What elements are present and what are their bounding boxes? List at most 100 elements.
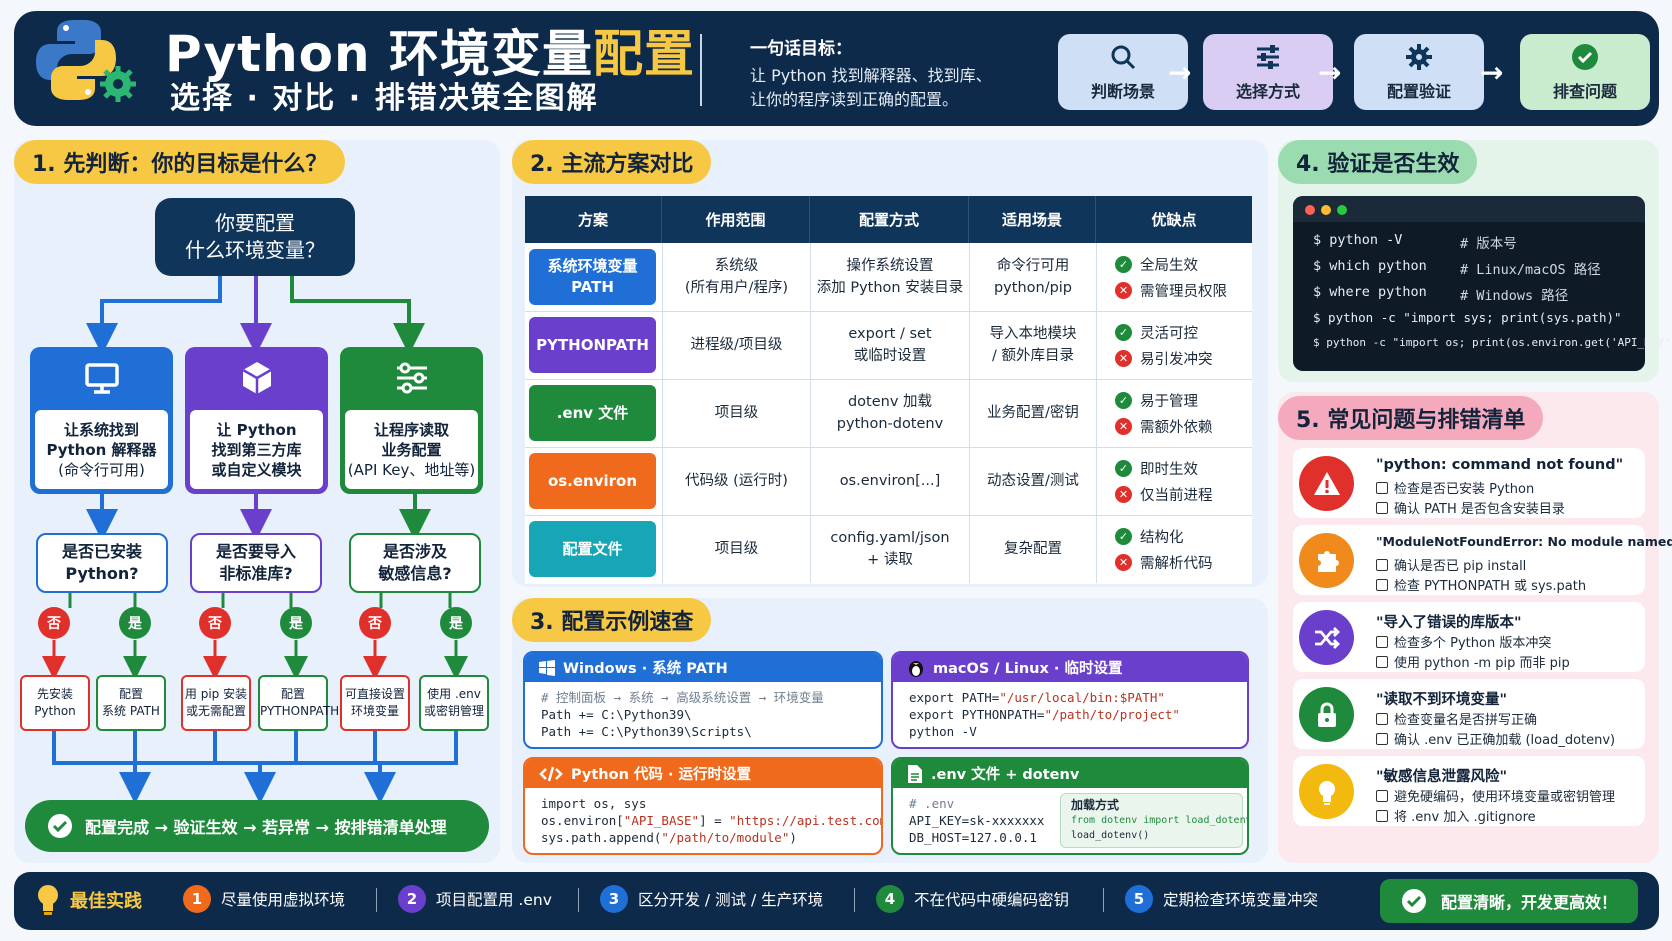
scope-cell: 系统级 (所有用户/程序) [662,243,810,311]
th-usage: 适用场景 [969,196,1096,243]
package-icon [241,362,272,394]
checklist-item[interactable]: 将 .env 加入 .gitignore [1376,806,1536,825]
goal-line: 让 Python 找到解释器、找到库、 [750,66,992,85]
footer-slogan: 配置清晰，开发更高效！ [1380,879,1638,923]
pros-cons-cell: ✓ 即时生效 ✕ 仅当前进程 [1096,447,1252,515]
terminal-window: $ python -V # 版本号 $ which python # Linux… [1293,196,1672,371]
checkbox[interactable] [1376,501,1388,514]
problem-icon [1299,687,1354,742]
checkbox[interactable] [1376,558,1388,571]
best-practice-label: 最佳实践 [36,884,142,916]
check-icon: ✓ [1115,459,1132,477]
check-icon: ✓ [1115,323,1132,341]
checklist-item[interactable]: 确认 PATH 是否包含安装目录 [1376,498,1565,517]
no-badge: 否 [359,607,391,639]
terminal-max-dot [1337,205,1347,215]
pros-cons-cell: ✓ 灵活可控 ✕ 易引发冲突 [1096,311,1252,379]
leaf-config-path: 配置 系统 PATH [96,675,166,731]
leaf-install-python: 先安装 Python [20,675,90,731]
leaf-pip-install: 用 pip 安装 或无需配置 [181,675,251,731]
checkbox[interactable] [1376,712,1388,725]
card-python-runtime: Python 代码 · 运行时设置 import os, sys os.envi… [523,757,883,855]
scheme-tag: .env 文件 [529,385,656,441]
pros-cons-cell: ✓ 全局生效 ✕ 需管理员权限 [1096,243,1252,311]
checklist-item[interactable]: 检查 PYTHONPATH 或 sys.path [1376,575,1586,594]
puzzle-icon [1317,550,1339,572]
checkbox[interactable] [1376,481,1388,494]
problem-icon [1299,533,1354,588]
scheme-tag: os.environ [529,453,656,509]
step-number: 5 [1125,885,1153,913]
lightbulb-icon [1318,780,1335,805]
leaf-set-env: 可直接设置 环境变量 [340,675,410,731]
pros-cons-cell: ✓ 易于管理 ✕ 需额外依赖 [1096,379,1252,447]
header-divider [700,34,702,106]
checkbox[interactable] [1376,809,1388,822]
question-installed: 是否已安装 Python? [36,533,168,593]
problem-title: "ModuleNotFoundError: No module named ..… [1376,534,1672,549]
checklist-item[interactable]: 确认 .env 已正确加载 (load_dotenv) [1376,729,1615,748]
usage-cell: 业务配置/密钥 [969,379,1096,447]
checkbox[interactable] [1376,789,1388,802]
lightbulb-icon [38,885,58,915]
checkbox[interactable] [1376,655,1388,668]
best-practice-item: 1 尽量使用虚拟环境 [183,885,345,913]
checklist-item[interactable]: 使用 python -m pip 而非 pip [1376,652,1570,671]
code-icon [539,766,563,781]
terminal-cmd: $ python -V [1313,232,1403,248]
th-method: 配置方式 [810,196,969,243]
card-dotenv: .env 文件 + dotenv # .env API_KEY=sk-xxxxx… [891,757,1249,855]
step-arrow: → [1318,56,1342,89]
problem-title: "敏感信息泄露风险" [1376,769,1508,785]
checkbox[interactable] [1376,635,1388,648]
section-5-title: 5. 常见问题与排错清单 [1278,396,1544,440]
terminal-comment: # 版本号 [1460,236,1517,252]
best-practice-item: 2 项目配置用 .env [398,885,552,913]
problem-icon [1299,764,1354,819]
method-cell: 操作系统设置 添加 Python 安装目录 [810,243,969,311]
problem-icon [1299,610,1354,665]
terminal-comment: # Linux/macOS 路径 [1460,262,1601,278]
question-nonstandard: 是否要导入 非标准库? [190,533,322,593]
comparison-table: 方案 作用范围 配置方式 适用场景 优缺点 系统环境变量 PATH 系统级 (所有用户… [525,196,1252,584]
yes-badge: 是 [440,607,472,639]
card-windows: Windows · 系统 PATH # 控制面板 → 系统 → 高级系统设置 →… [523,651,883,749]
checklist-item[interactable]: 确认是否已 pip install [1376,555,1526,574]
cross-icon: ✕ [1115,553,1132,571]
usage-cell: 动态设置/测试 [969,447,1096,515]
scope-cell: 项目级 [662,379,810,447]
step-number: 3 [600,885,628,913]
usage-cell: 导入本地模块 / 额外库目录 [969,311,1096,379]
th-pros-cons: 优缺点 [1096,196,1252,243]
cross-icon: ✕ [1115,349,1132,367]
section-3-title: 3. 配置示例速查 [512,598,712,642]
checklist-item[interactable]: 检查多个 Python 版本冲突 [1376,632,1551,651]
th-scheme: 方案 [525,196,662,243]
scope-cell: 进程级/项目级 [662,311,810,379]
footer-separator [854,888,855,912]
scheme-tag: PYTHONPATH [529,317,656,373]
leaf-use-env: 使用 .env 或密钥管理 [419,675,489,731]
step-troubleshoot: 排查问题 [1520,34,1650,110]
goal-config: 让程序读取 业务配置 (API Key、地址等) [340,347,483,494]
shuffle-icon [1314,626,1340,649]
th-scope: 作用范围 [662,196,810,243]
checklist-item[interactable]: 检查变量名是否拼写正确 [1376,709,1537,728]
goal-line: 让你的程序读到正确的配置。 [750,90,959,109]
yes-badge: 是 [119,607,151,639]
dotenv-load-box: 加载方式 from dotenv import load_dotenv load… [1060,793,1247,848]
terminal-cmd: $ which python [1313,258,1427,274]
checklist-item[interactable]: 避免硬编码，使用环境变量或密钥管理 [1376,786,1615,805]
scope-cell: 代码级 (运行时) [662,447,810,515]
terminal-cmd: $ python -c "import os; print(os.environ… [1313,336,1672,349]
problem-title: "导入了错误的库版本" [1376,615,1522,631]
cross-icon: ✕ [1115,485,1132,503]
usage-cell: 复杂配置 [969,515,1096,583]
checkbox[interactable] [1376,732,1388,745]
checklist-item[interactable]: 检查是否已安装 Python [1376,478,1534,497]
best-practice-item: 3 区分开发 / 测试 / 生产环境 [600,885,823,913]
step-arrow: → [1480,56,1504,89]
search-icon [1111,45,1136,70]
checkbox[interactable] [1376,578,1388,591]
problem-title: "读取不到环境变量" [1376,692,1508,708]
